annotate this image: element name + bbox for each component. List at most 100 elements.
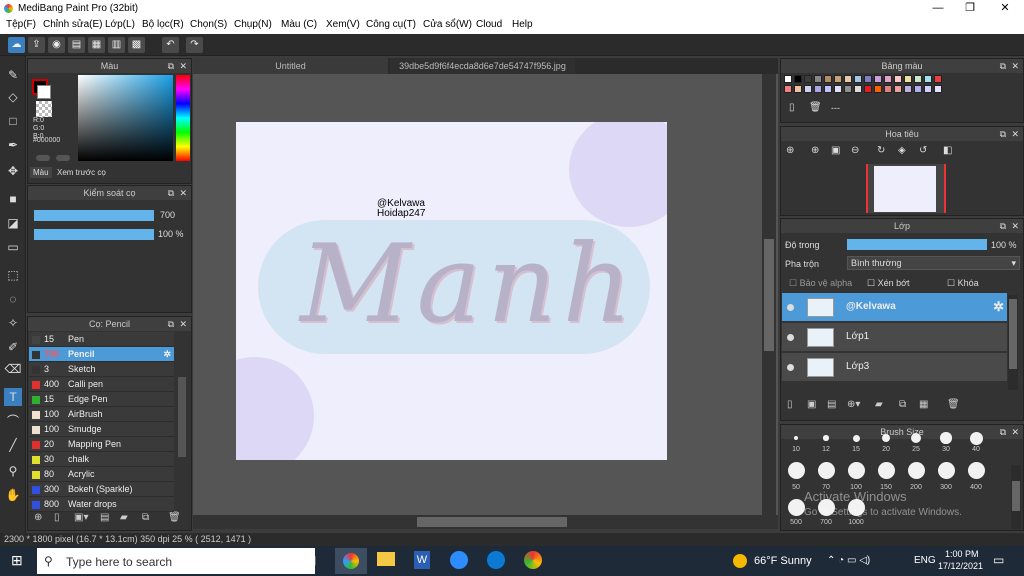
brush-list-item[interactable]: 400 Calli pen (29, 377, 174, 392)
fit-icon[interactable]: ▣ (831, 145, 840, 156)
layer-row[interactable]: @Kelvawa ✲ (782, 293, 1007, 322)
add-brush-icon[interactable]: ⊕ (34, 512, 42, 523)
visibility-icon[interactable] (787, 364, 794, 371)
clip-checkbox[interactable]: ☐ Xén bớt (867, 278, 910, 289)
menu-edit[interactable]: Chỉnh sửa(E) (43, 19, 103, 30)
fill-rect-tool-icon[interactable]: ■ (4, 190, 22, 208)
cloud-icon[interactable]: ☁ (8, 37, 25, 53)
horizontal-scrollbar[interactable] (193, 515, 778, 529)
brush-size-preset[interactable] (787, 499, 805, 516)
brush-size-preset[interactable] (940, 432, 952, 444)
task-view-icon[interactable]: ▣ (305, 553, 316, 567)
panel-close-icon[interactable]: ✕ (1011, 219, 1019, 233)
palette-swatch[interactable] (924, 85, 932, 93)
brush-size-preset[interactable] (969, 431, 983, 445)
palette-swatch[interactable] (794, 75, 802, 83)
palette-swatch[interactable] (844, 75, 852, 83)
layer-opacity-slider[interactable] (847, 239, 987, 250)
palette-swatch[interactable] (914, 75, 922, 83)
palette-swatch[interactable] (854, 75, 862, 83)
palette-swatch[interactable] (814, 85, 822, 93)
brush-size-preset[interactable] (852, 434, 860, 442)
layer-settings-icon[interactable]: ▦ (919, 399, 928, 410)
secondary-color-swatch[interactable] (37, 85, 51, 99)
gradient-tool-icon[interactable]: ▭ (4, 238, 22, 256)
upload-icon[interactable]: ⇪ (28, 37, 45, 53)
float-icon[interactable]: ⧉ (1000, 127, 1006, 141)
new-layer-icon[interactable]: ▯ (787, 399, 793, 410)
trash-icon[interactable]: 🗑 (168, 512, 181, 523)
menu-capture[interactable]: Chụp(N) (234, 19, 272, 30)
brush-size-preset[interactable] (794, 436, 798, 440)
brush-size-scrollbar[interactable] (1011, 465, 1021, 529)
palette-swatch[interactable] (824, 75, 832, 83)
visibility-icon[interactable] (787, 334, 794, 341)
palette-swatch[interactable] (804, 75, 812, 83)
new-palette-icon[interactable]: ▯ (789, 102, 795, 113)
hand-tool-icon[interactable]: ✋ (4, 486, 22, 504)
brush-list-item[interactable]: 20 Mapping Pen (29, 437, 174, 452)
clock-date[interactable]: 17/12/2021 (938, 561, 983, 571)
brush-size-preset[interactable] (847, 462, 865, 479)
float-icon[interactable]: ⧉ (1000, 425, 1006, 439)
transparent-swatch[interactable] (36, 101, 52, 117)
brush-size-preset[interactable] (907, 462, 925, 479)
palette-swatch[interactable] (874, 85, 882, 93)
folder-icon[interactable]: ▰ (120, 512, 128, 523)
brush-list-item[interactable]: 15 Edge Pen (29, 392, 174, 407)
weather-text[interactable]: 66°F Sunny (754, 555, 812, 567)
brush-list-item[interactable]: 3 Sketch (29, 362, 174, 377)
new-brush-icon[interactable]: ▯ (54, 512, 60, 523)
balloon-tool-icon[interactable]: ⌒ (4, 412, 22, 430)
brush-list-item[interactable]: 100 Smudge (29, 422, 174, 437)
lasso-tool-icon[interactable]: ◌ (4, 290, 22, 308)
tab-color[interactable]: Màu (30, 167, 52, 178)
file-explorer-icon[interactable] (377, 552, 395, 566)
color-mode-button-2[interactable] (56, 155, 70, 161)
brush-opacity-slider[interactable] (34, 229, 154, 240)
visibility-icon[interactable] (787, 304, 794, 311)
close-button[interactable]: ✕ (988, 0, 1022, 17)
brush-size-preset[interactable] (967, 462, 985, 479)
palette-swatch[interactable] (784, 75, 792, 83)
palette-swatch[interactable] (904, 85, 912, 93)
navigator-viewport[interactable] (866, 164, 946, 213)
palette-swatch[interactable] (864, 85, 872, 93)
eyedropper-icon[interactable]: ⚲ (4, 462, 22, 480)
palette-swatch[interactable] (864, 75, 872, 83)
menu-tools[interactable]: Công cụ(T) (366, 19, 416, 30)
brush-settings-icon[interactable]: ▣▾ (74, 512, 88, 523)
copy-layer-icon[interactable]: ▤ (827, 399, 836, 410)
palette-swatch[interactable] (844, 85, 852, 93)
brush-list-item[interactable]: 100 AirBrush (29, 407, 174, 422)
palette-swatch[interactable] (924, 75, 932, 83)
rotate-icon[interactable]: ↻ (877, 145, 885, 156)
brush-list-item[interactable]: 700 Pencil ✲ (29, 347, 174, 362)
brush-list-item[interactable]: 300 Bokeh (Sparkle) (29, 482, 174, 497)
palette-swatch[interactable] (784, 85, 792, 93)
float-icon[interactable]: ⧉ (1000, 59, 1006, 73)
palette-swatch[interactable] (834, 75, 842, 83)
undo-icon[interactable]: ↶ (162, 37, 179, 53)
clock-time[interactable]: 1:00 PM (945, 549, 979, 559)
palette-swatch[interactable] (814, 75, 822, 83)
taskbar-medibang[interactable] (335, 548, 367, 574)
brush-list-item[interactable]: 30 chalk (29, 452, 174, 467)
new-halftone-layer-icon[interactable]: ▣ (807, 399, 816, 410)
layer-row[interactable]: Lớp3 (782, 353, 1007, 382)
palette-swatch[interactable] (804, 85, 812, 93)
tab-brush-preview[interactable]: Xem trước cọ (54, 167, 109, 178)
brush-size-preset[interactable] (823, 435, 829, 441)
brush-size-slider[interactable] (34, 210, 154, 221)
brush-list-scrollbar[interactable] (178, 377, 186, 457)
float-icon[interactable]: ⧉ (168, 317, 174, 331)
menu-window[interactable]: Cửa sổ(W) (423, 19, 472, 30)
zoom-out-icon[interactable]: ⊖ (851, 145, 859, 156)
zoom-in-icon-2[interactable]: ⊕ (811, 145, 819, 156)
float-icon[interactable]: ⧉ (1000, 219, 1006, 233)
select-tool-icon[interactable]: ⬚ (4, 266, 22, 284)
layer-scrollbar[interactable] (1008, 295, 1018, 390)
panel-close-icon[interactable]: ✕ (179, 317, 187, 331)
move-tool-icon[interactable]: ✥ (4, 162, 22, 180)
brush-list-item[interactable]: 15 Pen (29, 332, 174, 347)
